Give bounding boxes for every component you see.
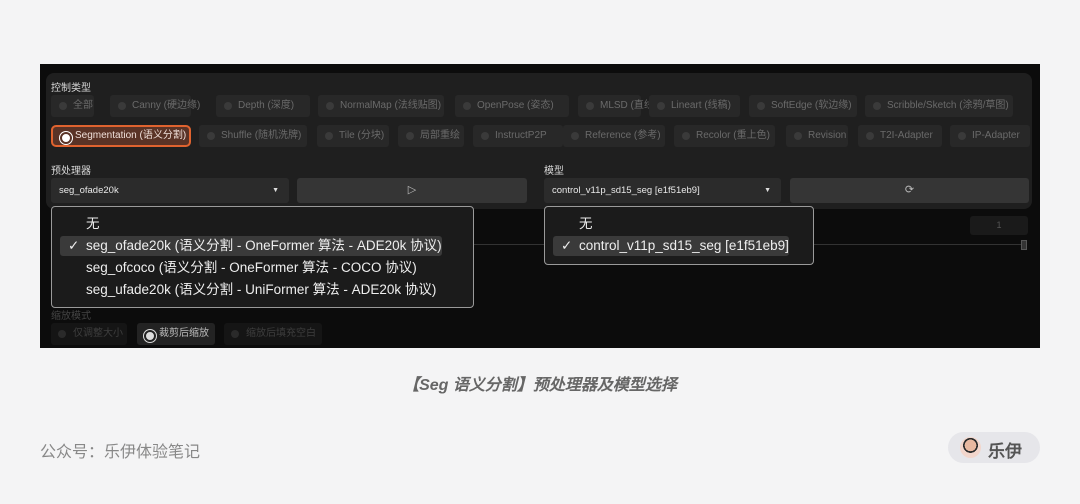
model-value: control_v11p_sd15_seg [e1f51eb9] (552, 185, 700, 196)
refresh-icon: ⟳ (904, 184, 915, 196)
avatar (960, 437, 981, 458)
chevron-down-icon: ▼ (764, 187, 771, 194)
preprocessor-dropdown[interactable]: seg_ofade20k ▼ (51, 178, 289, 203)
slider-handle[interactable] (1021, 240, 1027, 250)
control-type-option[interactable]: SoftEdge (软边缘) (749, 95, 857, 117)
control-type-option[interactable]: 全部 (51, 95, 94, 117)
control-type-option[interactable]: Recolor (重上色) (674, 125, 775, 147)
control-type-option[interactable]: MLSD (直线) (578, 95, 657, 117)
control-type-option[interactable]: T2I-Adapter (858, 125, 942, 147)
control-type-option[interactable]: Revision (786, 125, 848, 147)
preprocessor-value: seg_ofade20k (59, 185, 119, 196)
model-option-selected[interactable]: ✓ control_v11p_sd15_seg [e1f51eb9] (553, 236, 789, 256)
control-type-option[interactable]: Reference (参考) (563, 125, 665, 147)
preprocessor-option[interactable]: seg_ofcoco (语义分割 - OneFormer 算法 - COCO 协… (60, 258, 417, 278)
refresh-models-button[interactable]: ⟳ (790, 178, 1029, 203)
preprocessor-option-selected[interactable]: ✓ seg_ofade20k (语义分割 - OneFormer 算法 - ADE… (60, 236, 442, 256)
check-icon: ✓ (68, 238, 80, 253)
control-type-option[interactable]: InstructP2P (473, 125, 563, 147)
resize-mode-option[interactable]: 仅调整大小 (51, 323, 127, 345)
model-options-list: 无 ✓ control_v11p_sd15_seg [e1f51eb9] (544, 206, 814, 265)
author-name: 乐伊 (988, 442, 1022, 461)
control-type-label: 控制类型 (51, 83, 91, 94)
screenshot-panel: 控制类型 全部 Canny (硬边缘) Depth (深度) NormalMap (法… (40, 64, 1040, 348)
control-type-option-selected[interactable]: Segmentation (语义分割) (51, 125, 191, 147)
control-type-option[interactable]: IP-Adapter (950, 125, 1030, 147)
control-type-option[interactable]: Tile (分块) (317, 125, 389, 147)
control-type-option[interactable]: 局部重绘 (398, 125, 464, 147)
preprocessor-options-list: 无 ✓ seg_ofade20k (语义分割 - OneFormer 算法 - A… (51, 206, 474, 308)
check-icon: ✓ (561, 238, 573, 253)
play-icon: ▷ (407, 184, 417, 196)
model-dropdown[interactable]: control_v11p_sd15_seg [e1f51eb9] ▼ (544, 178, 781, 203)
account-name: 公众号：乐伊体验笔记 (40, 444, 201, 461)
resize-mode-option-selected[interactable]: 裁剪后缩放 (137, 323, 215, 345)
control-type-option[interactable]: OpenPose (姿态) (455, 95, 569, 117)
preprocessor-option[interactable]: 无 (60, 214, 100, 234)
chevron-down-icon: ▼ (272, 187, 279, 194)
control-type-option[interactable]: Scribble/Sketch (涂鸦/草图) (865, 95, 1013, 117)
preprocessor-option[interactable]: seg_ufade20k (语义分割 - UniFormer 算法 - ADE2… (60, 280, 436, 300)
number-input[interactable]: 1 (970, 216, 1028, 235)
model-option[interactable]: 无 (553, 214, 593, 234)
caption: 【Seg 语义分割】预处理器及模型选择 (403, 377, 677, 394)
control-type-option[interactable]: Canny (硬边缘) (110, 95, 200, 117)
control-type-option[interactable]: Lineart (线稿) (649, 95, 740, 117)
preprocessor-label: 预处理器 (51, 166, 91, 177)
author-badge: 乐伊 (948, 432, 1040, 463)
resize-mode-label: 缩放模式 (51, 311, 91, 322)
control-type-option[interactable]: Depth (深度) (216, 95, 310, 117)
run-preprocessor-button[interactable]: ▷ (297, 178, 527, 203)
control-type-option[interactable]: NormalMap (法线贴图) (318, 95, 444, 117)
resize-mode-option[interactable]: 缩放后填充空白 (224, 323, 322, 345)
model-label: 模型 (544, 166, 564, 177)
control-type-option[interactable]: Shuffle (随机洗牌) (199, 125, 307, 147)
